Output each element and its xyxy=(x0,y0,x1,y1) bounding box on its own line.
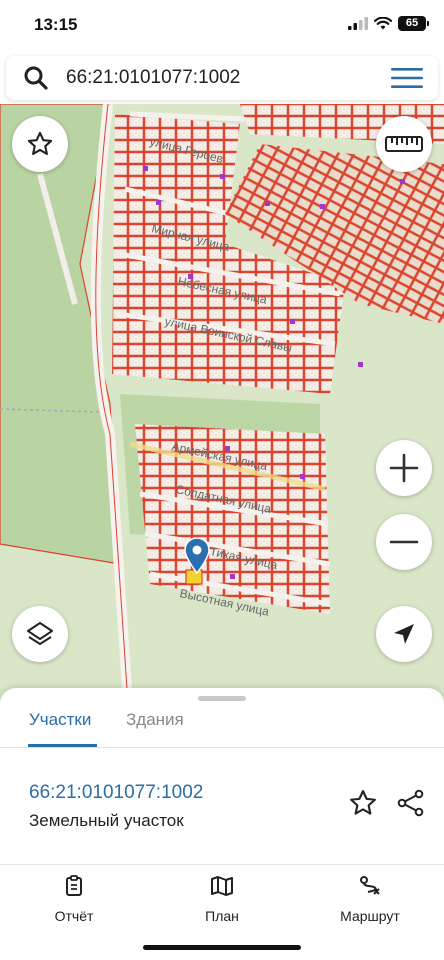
minus-icon xyxy=(389,540,419,544)
report-icon xyxy=(66,875,82,896)
status-time: 13:15 xyxy=(34,15,78,34)
tab-buildings[interactable]: Здания xyxy=(126,710,184,730)
parcel-actions xyxy=(348,788,426,818)
route-icon xyxy=(360,876,380,895)
ruler-icon xyxy=(385,136,423,152)
nav-report[interactable]: Отчёт xyxy=(19,875,129,924)
search-bar[interactable]: 66:21:0101077:1002 xyxy=(6,56,438,100)
layers-button[interactable] xyxy=(12,606,68,662)
search-input[interactable]: 66:21:0101077:1002 xyxy=(66,67,376,89)
location-pin-icon[interactable] xyxy=(184,538,210,574)
nav-route-label: Маршрут xyxy=(340,908,400,924)
search-icon[interactable] xyxy=(6,65,66,91)
favorite-button[interactable] xyxy=(12,116,68,172)
layers-icon xyxy=(27,622,53,645)
star-icon xyxy=(27,131,53,155)
status-bar: 13:15 65 xyxy=(0,0,444,52)
parcel-cadastral-number[interactable]: 66:21:0101077:1002 xyxy=(29,782,203,804)
star-icon[interactable] xyxy=(348,788,378,818)
zoom-out-button[interactable] xyxy=(376,514,432,570)
signal-icon xyxy=(348,17,368,30)
wifi-icon xyxy=(374,17,392,30)
map-view[interactable]: улица Героев Мирная улица Небесная улица… xyxy=(0,104,444,704)
nav-plan-label: План xyxy=(205,908,239,924)
nav-report-label: Отчёт xyxy=(54,908,94,924)
nav-route[interactable]: Маршрут xyxy=(315,875,425,924)
plus-icon xyxy=(389,453,419,483)
sheet-tabs: Участки Здания xyxy=(0,704,444,748)
nav-plan[interactable]: План xyxy=(167,875,277,924)
locate-button[interactable] xyxy=(376,606,432,662)
home-indicator xyxy=(143,945,301,950)
map-canvas[interactable] xyxy=(0,104,444,704)
status-icons: 65 xyxy=(348,16,429,31)
battery-indicator: 65 xyxy=(398,16,429,31)
tab-parcels[interactable]: Участки xyxy=(29,710,91,730)
ruler-button[interactable] xyxy=(376,116,432,172)
share-icon[interactable] xyxy=(396,788,426,818)
sheet-grabber[interactable] xyxy=(198,696,246,701)
parcel-type: Земельный участок xyxy=(29,811,184,830)
parcel-bottom-sheet[interactable]: Участки Здания 66:21:0101077:1002 Земель… xyxy=(0,688,444,864)
active-tab-indicator xyxy=(28,744,97,747)
zoom-in-button[interactable] xyxy=(376,440,432,496)
locate-arrow-icon xyxy=(394,624,414,644)
map-plan-icon xyxy=(211,876,233,896)
hamburger-menu-icon[interactable] xyxy=(376,67,438,89)
